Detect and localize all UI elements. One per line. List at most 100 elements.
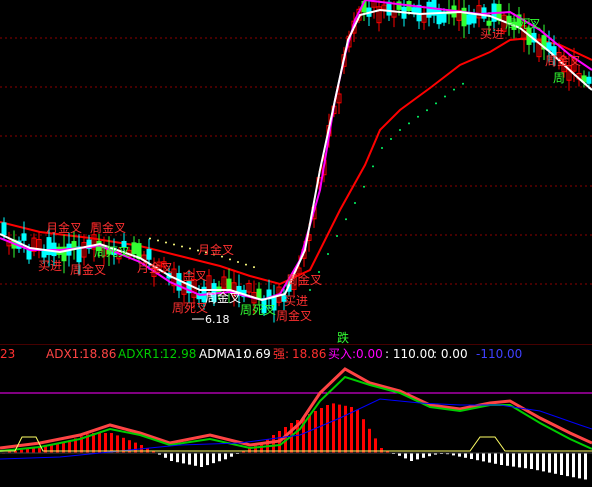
signal-label-buy: 买进: [480, 27, 504, 41]
sar-dot: [417, 115, 419, 118]
histogram-bar: [320, 408, 323, 453]
sar-dot: [336, 235, 338, 237]
sar-dot: [253, 266, 255, 269]
histogram-bar: [512, 453, 515, 467]
histogram-bar: [368, 428, 371, 453]
sar-dot: [181, 245, 183, 248]
sar-dot: [157, 239, 159, 242]
histogram-bar: [566, 453, 569, 477]
sar-dot: [408, 122, 410, 125]
signal-label-week-death-cross: 周死叉: [172, 301, 208, 315]
sar-dot: [462, 82, 464, 85]
prefix-value: 23: [0, 347, 16, 361]
candle: [471, 8, 477, 28]
histogram-bar: [464, 453, 467, 458]
signal-label-month-golden-cross: 月金叉: [198, 242, 234, 257]
sar-dot: [381, 147, 383, 149]
candle: [31, 233, 37, 257]
histogram-bar: [308, 414, 311, 453]
sar-dot: [354, 202, 356, 204]
histogram-bar: [98, 433, 101, 453]
signal-label-layer: 月金叉 周金叉 买进 周金叉 周死叉 月金叉 金叉 周死叉 月金叉 周金叉 周死…: [38, 17, 581, 323]
signal-label-buy: 买进: [38, 259, 62, 273]
histogram-bar: [92, 433, 95, 453]
histogram-bar: [458, 453, 461, 457]
histogram-bar: [338, 404, 341, 453]
adxr-label: ADXR1:: [118, 347, 164, 361]
histogram-bar: [110, 433, 113, 453]
histogram-bar: [530, 453, 533, 469]
candle: [461, 0, 467, 39]
histogram-bar: [182, 453, 185, 464]
candle: [391, 1, 397, 28]
histogram-bar: [404, 453, 407, 459]
candle-body: [46, 237, 52, 256]
signal-label-week-golden-cross: 周金叉: [205, 290, 241, 305]
candle: [396, 0, 402, 16]
histogram-bar: [482, 453, 485, 462]
adxr-value: 12.98: [162, 347, 197, 361]
histogram-bar: [410, 453, 413, 461]
histogram-bar: [176, 453, 179, 463]
signal-label-week: 周: [553, 71, 565, 85]
histogram-bar: [476, 453, 479, 461]
histogram-bar: [344, 405, 347, 453]
sar-dot: [229, 258, 231, 261]
histogram-bar: [350, 407, 353, 453]
histogram-bar: [272, 435, 275, 453]
level-low: -110.00: [476, 347, 523, 361]
candle: [466, 4, 472, 35]
histogram-bar: [584, 453, 587, 480]
candle: [136, 238, 142, 264]
candle: [376, 0, 382, 32]
sar-dot: [363, 185, 365, 188]
candlestick-price-chart[interactable]: 月金叉 周金叉 买进 周金叉 周死叉 月金叉 金叉 周死叉 月金叉 周金叉 周死…: [0, 0, 592, 345]
sar-dot: [453, 88, 455, 91]
sar-dot: [345, 218, 347, 221]
histogram-bar: [206, 453, 209, 466]
histogram-bar: [560, 453, 563, 475]
buy-value: 0.00: [356, 347, 383, 361]
histogram-bar: [488, 453, 491, 463]
level-high: : 110.00: [385, 347, 435, 361]
sar-dot: [309, 289, 311, 291]
candle-body: [486, 20, 492, 26]
histogram-bar: [356, 409, 359, 453]
adma-value: 0.69: [244, 347, 271, 361]
histogram-bar: [194, 453, 197, 466]
candle: [61, 234, 67, 274]
candle: [371, 0, 377, 19]
histogram-bar-series: [2, 403, 587, 480]
histogram-bar: [116, 435, 119, 453]
histogram-bar: [506, 453, 509, 466]
sar-dot: [444, 95, 446, 98]
histogram-bar: [362, 419, 365, 453]
fall-label: 跌: [337, 330, 349, 345]
histogram-bar: [524, 453, 527, 469]
signal-label-week-golden-cross: 周金叉: [90, 220, 126, 235]
histogram-bar: [200, 453, 203, 467]
histogram-bar: [494, 453, 497, 464]
adma-label: ADMA1:: [199, 347, 247, 361]
candle: [431, 0, 437, 24]
sar-dot: [390, 138, 392, 140]
adx-label: ADX1:: [46, 347, 84, 361]
sar-dot: [372, 165, 374, 168]
signal-label-buy: 买进: [284, 294, 308, 308]
candle-body: [386, 1, 392, 16]
candle-body: [21, 233, 27, 241]
signal-label-month-golden-cross: 月金叉: [46, 220, 82, 235]
histogram-bar: [326, 405, 329, 453]
signal-label-week-death-cross: 周死叉: [240, 303, 276, 317]
sar-dot: [435, 102, 437, 105]
histogram-bar: [188, 453, 191, 465]
strong-label: 强:: [273, 347, 290, 361]
candle: [246, 279, 252, 296]
sar-dot: [173, 243, 175, 246]
candle-body: [466, 14, 472, 25]
histogram-bar: [224, 453, 227, 460]
candle-body: [131, 242, 137, 255]
adx-indicator-chart[interactable]: [0, 363, 592, 487]
histogram-bar: [104, 433, 107, 453]
candle: [81, 234, 87, 266]
